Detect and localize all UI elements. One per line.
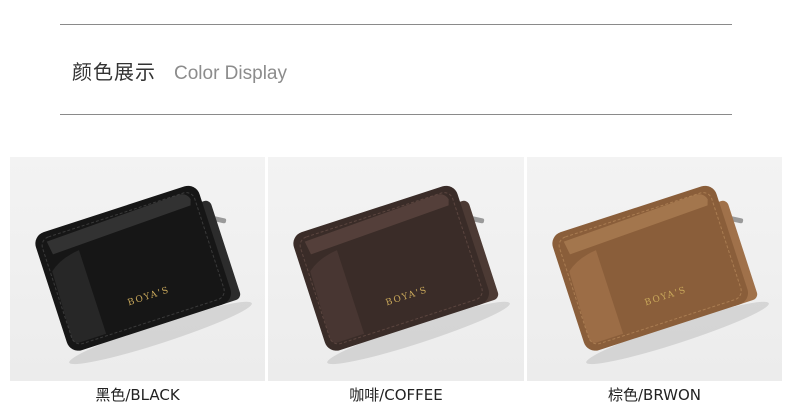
- product-card-black[interactable]: BOYA'S: [10, 157, 265, 381]
- top-divider: [60, 24, 732, 25]
- product-card-coffee[interactable]: BOYA'S: [268, 157, 524, 381]
- section-title-en: Color Display: [174, 63, 287, 84]
- wallet-image: BOYA'S: [552, 185, 769, 365]
- section-title-cn: 颜色展示: [72, 60, 156, 84]
- section-heading: 颜色展示 Color Display: [72, 56, 287, 85]
- wallet-image: BOYA'S: [35, 185, 252, 365]
- bottom-divider: [60, 114, 732, 115]
- product-card-brown[interactable]: BOYA'S: [527, 157, 782, 381]
- product-label-coffee: 咖啡/COFFEE: [349, 386, 443, 404]
- product-captions: 黑色/BLACK 咖啡/COFFEE 棕色/BRWON: [10, 384, 782, 406]
- product-label-brown: 棕色/BRWON: [607, 386, 702, 404]
- product-gallery: BOYA'S BOYA'S BOYA'S: [10, 157, 782, 381]
- wallet-image: BOYA'S: [293, 185, 510, 365]
- product-label-black: 黑色/BLACK: [95, 386, 180, 404]
